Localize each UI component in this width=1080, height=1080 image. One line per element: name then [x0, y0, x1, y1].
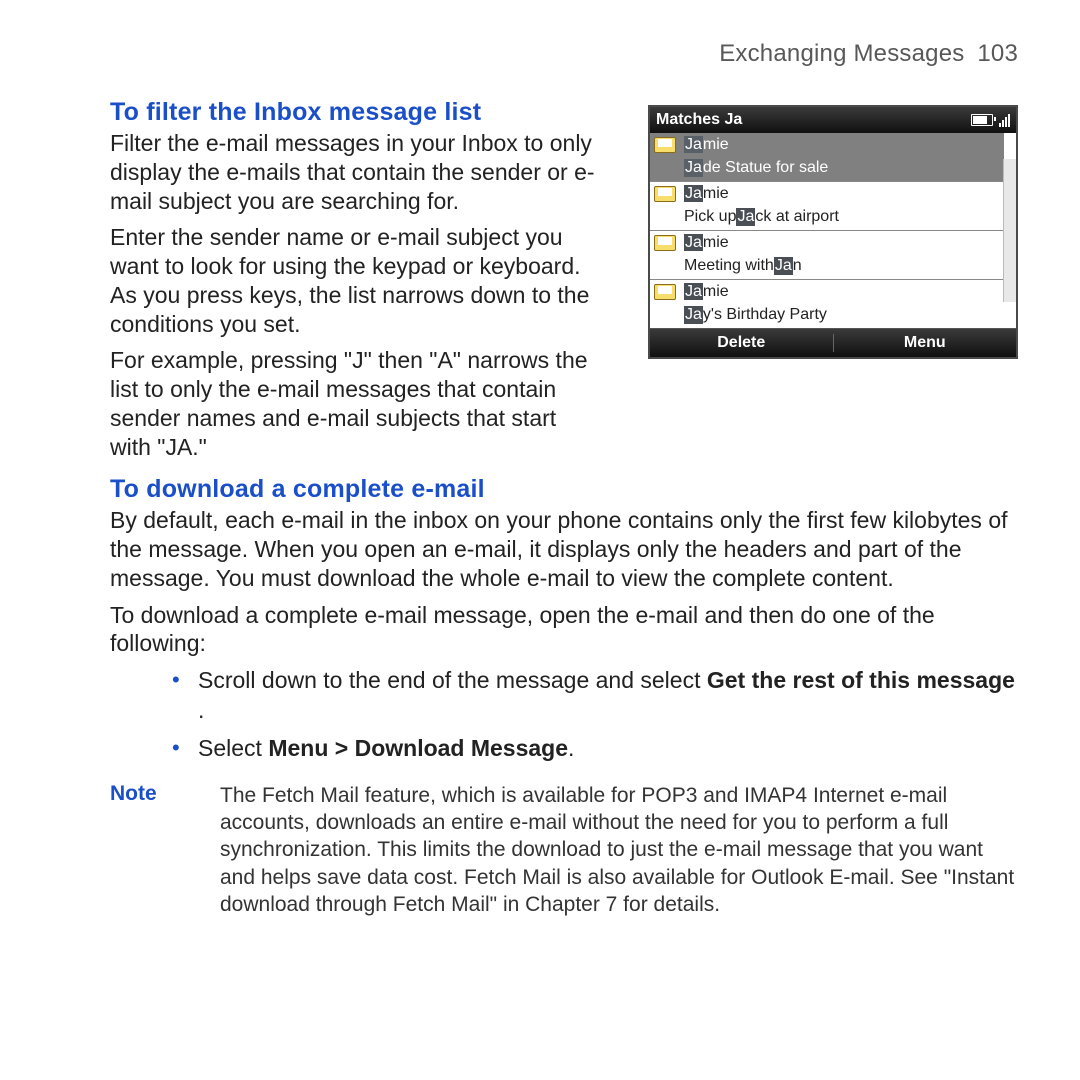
- note-block: Note The Fetch Mail feature, which is av…: [110, 782, 1018, 918]
- page-number: 103: [977, 40, 1018, 67]
- bullet-item: Select Menu > Download Message.: [180, 734, 1018, 764]
- bullet-list: Scroll down to the end of the message an…: [110, 666, 1018, 764]
- paragraph: To download a complete e-mail message, o…: [110, 601, 1018, 659]
- running-head: Exchanging Messages 103: [110, 40, 1018, 68]
- note-body: The Fetch Mail feature, which is availab…: [220, 782, 1018, 918]
- heading-filter-inbox: To filter the Inbox message list: [110, 98, 1018, 127]
- paragraph: By default, each e-mail in the inbox on …: [110, 506, 1018, 592]
- paragraph: Filter the e-mail messages in your Inbox…: [110, 129, 600, 215]
- paragraph: Enter the sender name or e-mail subject …: [110, 223, 600, 338]
- running-head-title: Exchanging Messages: [719, 40, 964, 67]
- paragraph: For example, pressing "J" then "A" narro…: [110, 346, 600, 461]
- heading-download-email: To download a complete e-mail: [110, 475, 1018, 504]
- bullet-item: Scroll down to the end of the message an…: [180, 666, 1018, 726]
- note-label: Note: [110, 782, 190, 918]
